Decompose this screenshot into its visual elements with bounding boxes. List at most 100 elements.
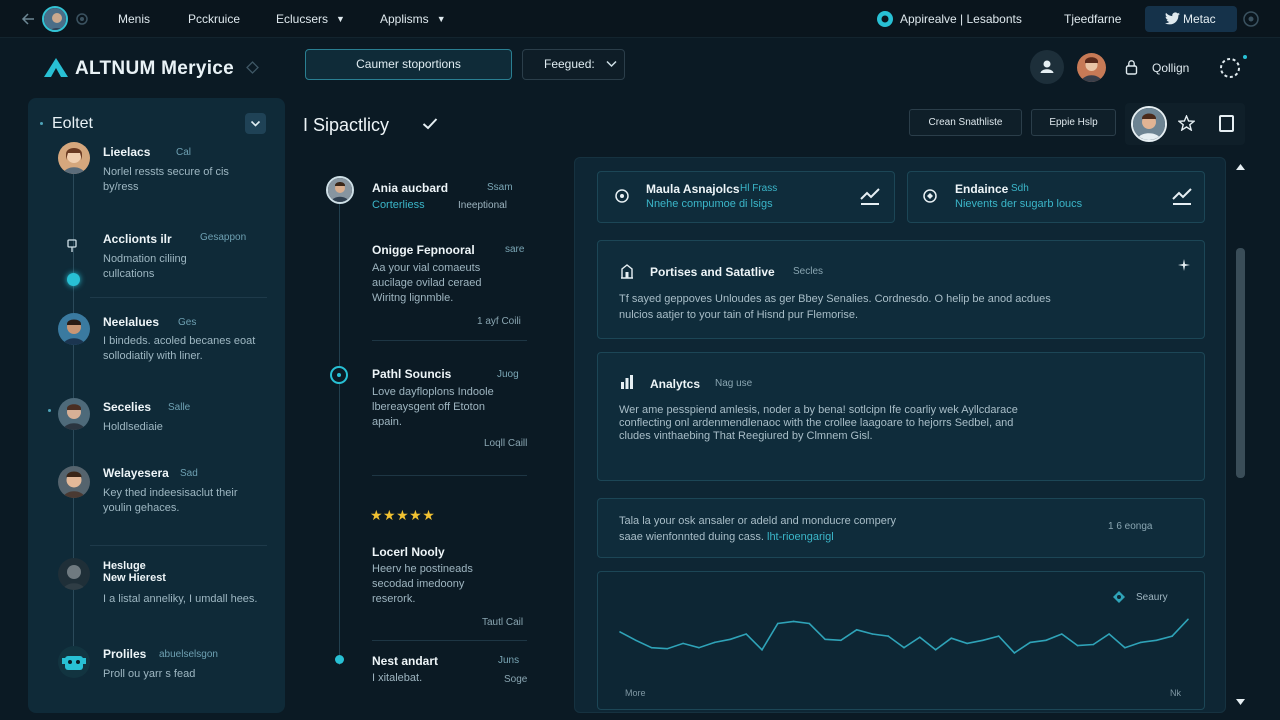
nav-link-tjeedfarne[interactable]: Tjeedfarne — [1064, 12, 1121, 26]
analytics-card[interactable]: Analytcs Nag use Wer ame pesspiend amles… — [597, 352, 1205, 481]
chart-point — [619, 631, 621, 633]
timeline-item-footer: 1 ayf Coili — [477, 316, 521, 327]
sidebar-item-name[interactable]: Secelies — [103, 400, 151, 414]
crean-snathliste-button[interactable]: Crean Snathliste — [909, 109, 1022, 136]
avatar — [326, 176, 354, 204]
chart-point — [729, 638, 732, 641]
pin-icon — [65, 238, 79, 254]
timeline-item-title[interactable]: Locerl Nooly — [372, 545, 445, 559]
chart-footer-left: More — [625, 688, 646, 698]
timeline-item-meta: Juog — [497, 369, 519, 380]
card-text-line2-text: saae wienfonnted duing cass. — [619, 531, 764, 543]
robot-avatar-icon — [58, 646, 90, 678]
card-title: Analytcs — [650, 377, 701, 391]
timeline-item-footer: Tautl Cail — [482, 617, 524, 628]
scrollbar-thumb[interactable] — [1236, 248, 1245, 478]
sidebar-collapse-button[interactable] — [245, 113, 266, 134]
timeline-item-sub: Corterliess — [372, 199, 425, 211]
header-avatar[interactable] — [1077, 53, 1106, 82]
nav-item-menis[interactable]: Menis — [118, 12, 150, 26]
eppie-help-button[interactable]: Eppie Hslp — [1031, 109, 1116, 136]
chart-point — [1139, 641, 1142, 644]
card-meta: Sdh — [1011, 183, 1029, 194]
timeline-item-title[interactable]: Pathl Souncis — [372, 367, 451, 381]
sidebar-item-desc: I a listal anneliky, I umdall hees. — [103, 593, 258, 605]
chart-point — [903, 646, 905, 649]
login-link[interactable]: Qollign — [1152, 61, 1189, 75]
feegued-select[interactable]: Feegued: — [522, 49, 625, 80]
timeline-item-title[interactable]: Ania aucbard — [372, 181, 448, 195]
app-logo-icon — [42, 56, 70, 78]
nav-settings-icon[interactable] — [75, 12, 89, 26]
twitter-button[interactable]: Metac — [1145, 6, 1237, 32]
chart-point — [934, 649, 937, 651]
document-icon[interactable] — [1219, 115, 1234, 132]
nav-gear-icon[interactable] — [1242, 10, 1260, 28]
sparkle-icon[interactable] — [1178, 259, 1190, 271]
chart-point — [1045, 639, 1047, 642]
feegued-select-label: Feegued: — [544, 57, 595, 71]
metric-card[interactable]: Endaince Sdh Nievents der sugarb loucs — [907, 171, 1205, 223]
loading-settings-icon[interactable] — [1218, 56, 1242, 80]
user-profile-button[interactable] — [1030, 50, 1064, 84]
card-subtitle: Nievents der sugarb loucs — [955, 198, 1083, 210]
nav-item-applisms[interactable]: Applisms ▼ — [380, 12, 446, 26]
nav-item-eclucsers[interactable]: Eclucsers ▼ — [276, 12, 345, 26]
sidebar-title: Eoltet — [52, 115, 93, 132]
chart-point — [1187, 618, 1189, 621]
toolbar-avatar[interactable] — [1131, 106, 1167, 142]
notification-dot — [1243, 55, 1247, 59]
chart-point — [966, 642, 968, 645]
nav-avatar[interactable] — [42, 6, 68, 32]
sidebar-item-name[interactable]: Proliles — [103, 647, 146, 661]
sidebar-item-name[interactable]: Acclionts ilr — [103, 232, 172, 246]
checkmark-icon[interactable] — [422, 117, 438, 130]
timeline-item-title[interactable]: Onigge Fepnooral — [372, 243, 475, 257]
sidebar-item-desc: Holdlsediaie — [103, 421, 163, 433]
card-link[interactable]: lht-rioengarigl — [767, 531, 834, 543]
info-card[interactable]: Portises and Satatlive Secles Tf sayed g… — [597, 240, 1205, 339]
card-title: Maula Asnajolcs — [646, 182, 740, 196]
sidebar-item-name[interactable]: Hesluge — [103, 560, 146, 572]
sidebar-item-name[interactable]: Lieelacs — [103, 145, 150, 159]
note-card[interactable]: Tala la your osk ansaler or adeld and mo… — [597, 498, 1205, 558]
sidebar-divider — [90, 545, 267, 546]
chart-point — [650, 646, 653, 649]
scroll-down-icon[interactable] — [1236, 699, 1245, 706]
back-arrow-icon[interactable] — [20, 12, 36, 26]
chart-point — [950, 637, 953, 639]
chart-point — [761, 649, 763, 651]
chart-point — [777, 622, 779, 625]
metric-card[interactable]: Maula Asnajolcs Hl Frass Nnehe compumoe … — [597, 171, 895, 223]
scroll-up-icon[interactable] — [1236, 164, 1245, 171]
timeline-divider — [372, 640, 527, 641]
sidebar-item-desc: I bindeds. acoled becanes eoat sollodiat… — [103, 335, 256, 362]
chart-footer-right: Nk — [1170, 688, 1181, 698]
sidebar-item-name[interactable]: Welayesera — [103, 466, 169, 480]
sidebar-item-name[interactable]: Neelalues — [103, 315, 159, 329]
primary-action-button[interactable]: Caumer stoportions — [305, 49, 512, 80]
sidebar-item-meta: Sad — [180, 468, 198, 479]
endurance-icon — [922, 188, 940, 204]
rating-stars: ★★★★★ — [370, 507, 436, 523]
avatar — [58, 466, 90, 498]
chart-point — [635, 639, 637, 642]
scrollbar[interactable] — [1234, 160, 1246, 710]
chart-point — [1092, 643, 1095, 646]
card-title: Endaince — [955, 182, 1009, 196]
analytics-gear-icon — [614, 188, 630, 204]
chevron-down-icon — [606, 60, 617, 68]
sidebar-item-desc: Proll ou yarr s fead — [103, 668, 196, 680]
nav-link-appirealve[interactable]: Appirealve | Lesabonts — [900, 12, 1022, 26]
card-subtitle: Nnehe compumoe di lsigs — [646, 198, 773, 210]
star-icon[interactable] — [1178, 115, 1195, 131]
timeline-active-dot — [67, 273, 80, 286]
chart-point — [698, 646, 700, 649]
timeline-item-title[interactable]: Nest andart — [372, 654, 438, 668]
timeline-end-dot — [335, 655, 344, 664]
diamond-icon — [246, 61, 259, 74]
timeline-item-desc: Love dayfloplons Indoole lbereaysgent of… — [372, 386, 494, 428]
nav-item-pcckruice[interactable]: Pcckruice — [188, 12, 240, 26]
chart-point — [1029, 641, 1031, 644]
chart-point — [1108, 633, 1110, 635]
